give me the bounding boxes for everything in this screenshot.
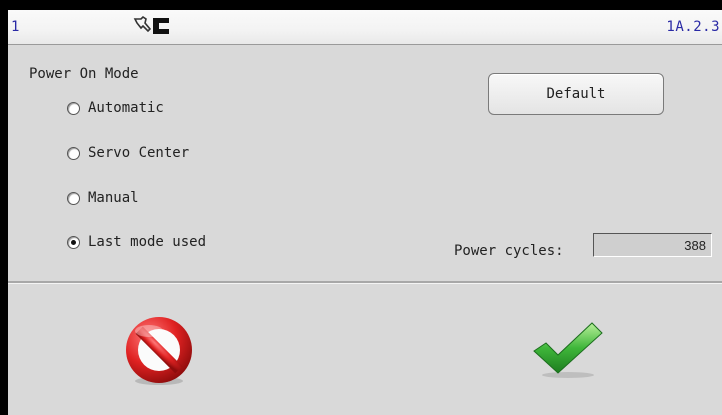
power-on-mode-panel: Power On Mode Automatic Servo Center Man… [8, 45, 722, 281]
radio-button-icon [67, 146, 80, 160]
radio-automatic[interactable]: Automatic [67, 98, 164, 118]
status-left-text: 1 [11, 19, 20, 35]
radio-label: Last mode used [88, 234, 207, 250]
settings-screen: 1 1A.2.3 Power On Mode Automatic Servo C… [8, 10, 722, 415]
cancel-button[interactable] [123, 315, 195, 387]
radio-button-icon [67, 235, 80, 249]
radio-button-icon [67, 101, 80, 115]
radio-servo-center[interactable]: Servo Center [67, 143, 189, 163]
status-icons [133, 15, 169, 34]
radio-manual[interactable]: Manual [67, 188, 139, 208]
power-on-mode-label: Power On Mode [29, 66, 139, 82]
device-frame: 1 1A.2.3 Power On Mode Automatic Servo C… [0, 0, 722, 415]
confirm-button[interactable] [532, 321, 604, 379]
radio-label: Manual [88, 190, 139, 206]
power-cycles-field: 388 [593, 233, 712, 257]
no-entry-icon [126, 317, 192, 385]
power-cycles-label: Power cycles: [454, 243, 564, 259]
machine-status-icon [153, 18, 169, 34]
status-bar: 1 1A.2.3 [8, 10, 722, 45]
checkmark-icon [533, 322, 603, 378]
radio-label: Servo Center [88, 145, 190, 161]
radio-last-mode-used[interactable]: Last mode used [67, 232, 206, 252]
radio-label: Automatic [88, 100, 164, 116]
default-button[interactable]: Default [488, 73, 664, 115]
radio-button-icon [67, 191, 80, 205]
hand-pointer-icon [133, 15, 152, 33]
version-label: 1A.2.3 [666, 19, 720, 35]
action-bar [8, 284, 722, 415]
